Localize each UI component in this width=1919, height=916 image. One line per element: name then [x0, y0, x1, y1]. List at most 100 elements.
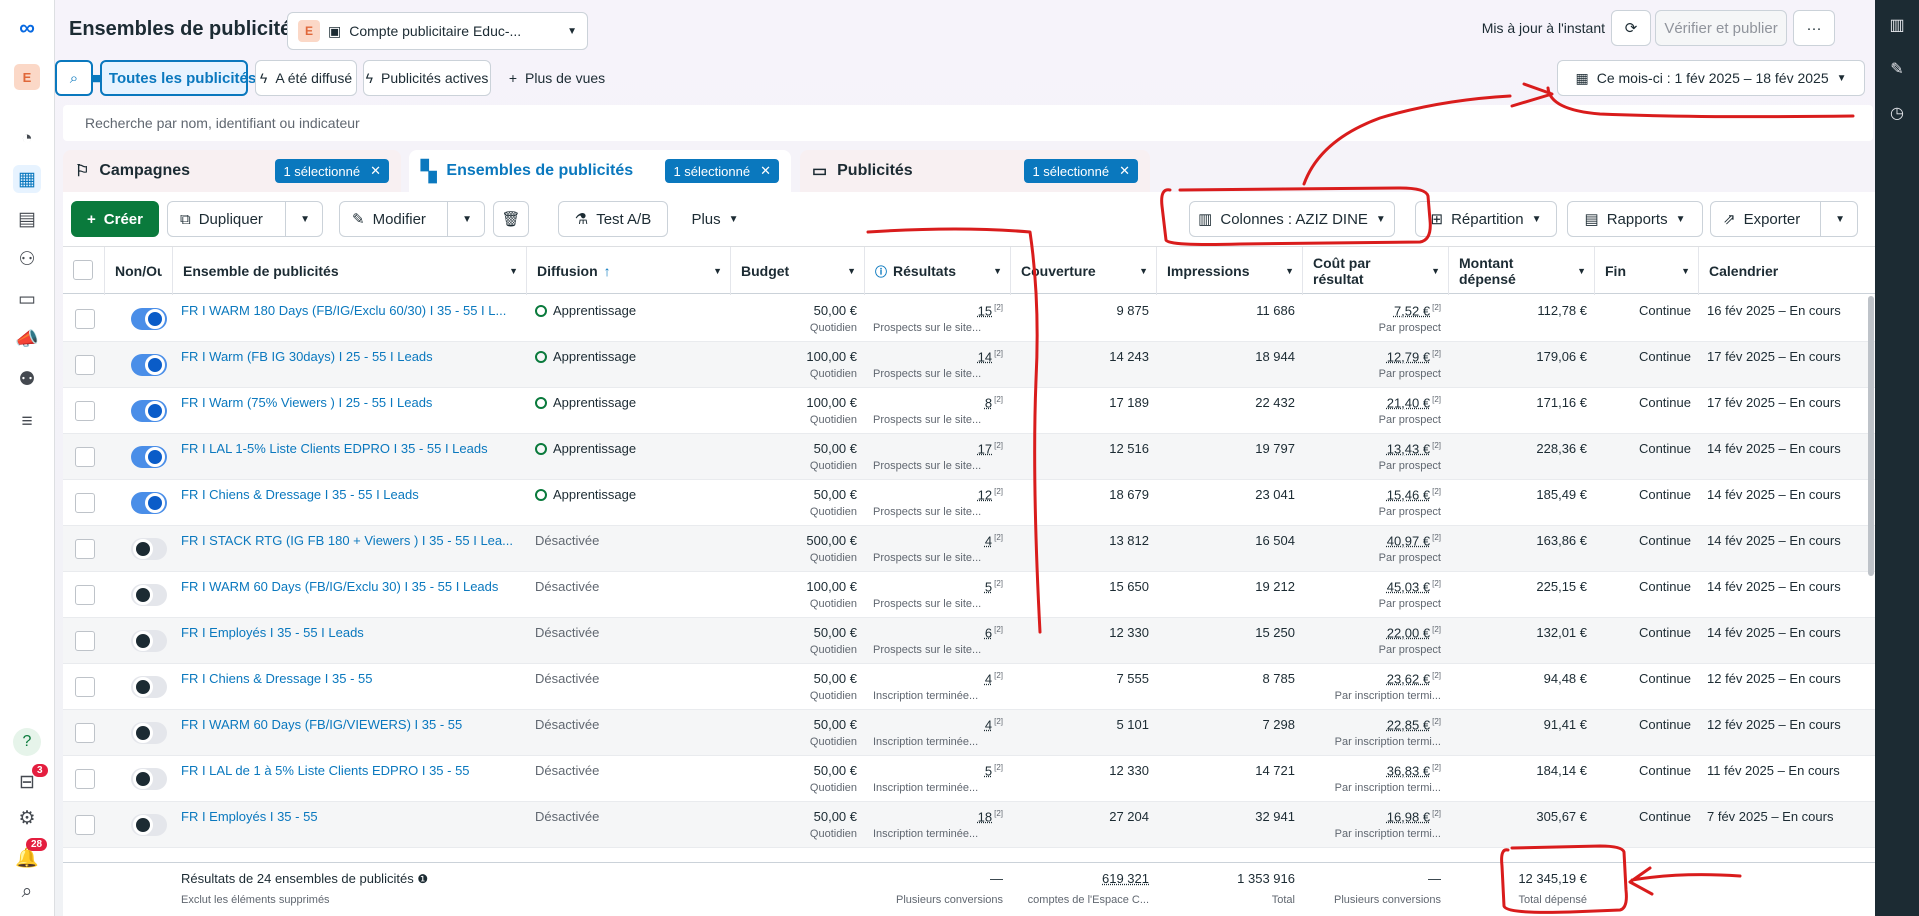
duplicate-button[interactable]: ⧉ Dupliquer ▼	[167, 201, 323, 237]
history-clock-icon[interactable]: ◷	[1886, 102, 1908, 124]
account-selector[interactable]: E ▣ Compte publicitaire Educ-... ▼	[287, 12, 588, 50]
close-icon[interactable]: ✕	[370, 163, 381, 179]
close-icon[interactable]: ✕	[1119, 163, 1130, 179]
tab-adsets[interactable]: ▚ Ensembles de publicités 1 sélectionné ✕	[409, 150, 791, 192]
export-button[interactable]: ⇗ Exporter ▼	[1710, 201, 1858, 237]
table-row[interactable]: FR I LAL de 1 à 5% Liste Clients EDPRO I…	[63, 756, 1875, 802]
all-tools-menu-icon[interactable]: ≡	[13, 408, 41, 436]
bar-chart-icon[interactable]: ▥	[1886, 14, 1908, 36]
budget-value[interactable]: 500,00 €	[739, 526, 857, 548]
table-row[interactable]: FR I Chiens & Dressage I 35 - 55 Désacti…	[63, 664, 1875, 710]
row-onoff-toggle[interactable]	[131, 492, 167, 514]
select-all-checkbox[interactable]	[73, 260, 93, 280]
table-row[interactable]: FR I Warm (FB IG 30days) I 25 - 55 I Lea…	[63, 342, 1875, 388]
settings-gear-icon[interactable]: ⚙	[13, 804, 41, 832]
row-checkbox[interactable]	[75, 677, 95, 697]
chevron-down-icon[interactable]: ▼	[847, 266, 856, 276]
adset-name-link[interactable]: FR I WARM 180 Days (FB/IG/Exclu 60/30) I…	[181, 296, 519, 318]
col-name[interactable]: Ensemble de publicités ▼	[173, 247, 527, 295]
adset-name-link[interactable]: FR I Warm (75% Viewers ) I 25 - 55 I Lea…	[181, 388, 519, 410]
table-row[interactable]: FR I Warm (75% Viewers ) I 25 - 55 I Lea…	[63, 388, 1875, 434]
chevron-down-icon[interactable]: ▼	[1681, 266, 1690, 276]
reports-button[interactable]: ▤ Rapports ▼	[1567, 201, 1703, 237]
budget-value[interactable]: 50,00 €	[739, 802, 857, 824]
row-checkbox[interactable]	[75, 355, 95, 375]
adset-name-link[interactable]: FR I LAL de 1 à 5% Liste Clients EDPRO I…	[181, 756, 519, 778]
col-impressions[interactable]: Impressions ▼	[1157, 247, 1303, 295]
table-scrollbar[interactable]	[1868, 296, 1874, 576]
table-row[interactable]: FR I WARM 60 Days (FB/IG/Exclu 30) I 35 …	[63, 572, 1875, 618]
adset-name-link[interactable]: FR I LAL 1-5% Liste Clients EDPRO I 35 -…	[181, 434, 519, 456]
abtest-button[interactable]: ⚗ Test A/B	[558, 201, 668, 237]
col-reach[interactable]: Couverture ▼	[1011, 247, 1157, 295]
chevron-down-icon[interactable]: ▼	[1139, 266, 1148, 276]
view-active-ads[interactable]: ϟ Publicités actives	[363, 60, 491, 96]
budget-value[interactable]: 50,00 €	[739, 710, 857, 732]
row-checkbox[interactable]	[75, 401, 95, 421]
info-icon[interactable]: ❶	[417, 872, 428, 886]
col-onoff[interactable]: Non/Ou	[105, 247, 173, 295]
adset-name-link[interactable]: FR I WARM 60 Days (FB/IG/VIEWERS) I 35 -…	[181, 710, 519, 732]
col-delivery[interactable]: Diffusion ↑ ▼	[527, 247, 731, 295]
view-all-ads[interactable]: ■ Toutes les publicités	[92, 60, 256, 96]
budget-value[interactable]: 100,00 €	[739, 572, 857, 594]
more-views-button[interactable]: + Plus de vues	[497, 60, 617, 96]
verify-publish-button[interactable]: Vérifier et publier	[1655, 10, 1787, 46]
adset-name-link[interactable]: FR I STACK RTG (IG FB 180 + Viewers ) I …	[181, 526, 519, 548]
refresh-button[interactable]: ⟳	[1611, 10, 1651, 46]
adset-name-link[interactable]: FR I Chiens & Dressage I 35 - 55 I Leads	[181, 480, 519, 502]
ads-manager-table-icon[interactable]: ▦	[13, 165, 41, 193]
row-onoff-toggle[interactable]	[131, 446, 167, 468]
row-onoff-toggle[interactable]	[131, 814, 167, 836]
row-checkbox[interactable]	[75, 447, 95, 467]
table-row[interactable]: FR I LAL 1-5% Liste Clients EDPRO I 35 -…	[63, 434, 1875, 480]
campaign-megaphone-icon[interactable]: 📣	[13, 325, 41, 353]
budget-value[interactable]: 50,00 €	[739, 664, 857, 686]
edit-button[interactable]: ✎ Modifier ▼	[339, 201, 485, 237]
meta-logo-icon[interactable]: ∞	[13, 14, 41, 42]
pencil-icon[interactable]: ✎	[1886, 58, 1908, 80]
table-row[interactable]: FR I STACK RTG (IG FB 180 + Viewers ) I …	[63, 526, 1875, 572]
table-row[interactable]: FR I Chiens & Dressage I 35 - 55 I Leads…	[63, 480, 1875, 526]
table-row[interactable]: FR I WARM 60 Days (FB/IG/VIEWERS) I 35 -…	[63, 710, 1875, 756]
row-checkbox[interactable]	[75, 631, 95, 651]
budget-value[interactable]: 100,00 €	[739, 388, 857, 410]
row-checkbox[interactable]	[75, 585, 95, 605]
columns-button[interactable]: ▥ Colonnes : AZIZ DINE ▼	[1189, 201, 1395, 237]
row-checkbox[interactable]	[75, 309, 95, 329]
campaigns-selected-chip[interactable]: 1 sélectionné ✕	[275, 159, 389, 183]
col-schedule[interactable]: Calendrier	[1699, 247, 1875, 295]
tab-ads[interactable]: ▭ Publicités 1 sélectionné ✕	[800, 150, 1150, 192]
pages-icon[interactable]: ▤	[13, 205, 41, 233]
delete-button[interactable]: 🗑	[493, 201, 529, 237]
close-icon[interactable]: ✕	[760, 163, 771, 179]
budget-value[interactable]: 50,00 €	[739, 618, 857, 640]
duplicate-dropdown-icon[interactable]: ▼	[285, 202, 310, 236]
row-checkbox[interactable]	[75, 769, 95, 789]
col-end[interactable]: Fin ▼	[1595, 247, 1699, 295]
search-input[interactable]	[63, 105, 1873, 141]
info-icon[interactable]: ⓘ	[875, 263, 887, 280]
row-checkbox[interactable]	[75, 723, 95, 743]
business-network-icon[interactable]: ⚉	[13, 365, 41, 393]
row-onoff-toggle[interactable]	[131, 630, 167, 652]
chevron-down-icon[interactable]: ▼	[713, 266, 722, 276]
col-spent[interactable]: Montant dépensé ▼	[1449, 247, 1595, 295]
row-onoff-toggle[interactable]	[131, 584, 167, 606]
row-checkbox[interactable]	[75, 493, 95, 513]
adset-name-link[interactable]: FR I Chiens & Dressage I 35 - 55	[181, 664, 519, 686]
table-row[interactable]: FR I Employés I 35 - 55 Désactivée 50,00…	[63, 802, 1875, 848]
budget-value[interactable]: 100,00 €	[739, 342, 857, 364]
row-onoff-toggle[interactable]	[131, 538, 167, 560]
export-dropdown-icon[interactable]: ▼	[1820, 202, 1845, 236]
col-cpr[interactable]: Coût par résultat ▼	[1303, 247, 1449, 295]
row-onoff-toggle[interactable]	[131, 722, 167, 744]
edit-dropdown-icon[interactable]: ▼	[447, 202, 472, 236]
budget-value[interactable]: 50,00 €	[739, 434, 857, 456]
row-checkbox[interactable]	[75, 539, 95, 559]
chevron-down-icon[interactable]: ▼	[1431, 263, 1440, 279]
row-onoff-toggle[interactable]	[131, 308, 167, 330]
col-results[interactable]: ⓘ Résultats ▼	[865, 247, 1011, 295]
row-checkbox[interactable]	[75, 815, 95, 835]
adsets-selected-chip[interactable]: 1 sélectionné ✕	[665, 159, 779, 183]
